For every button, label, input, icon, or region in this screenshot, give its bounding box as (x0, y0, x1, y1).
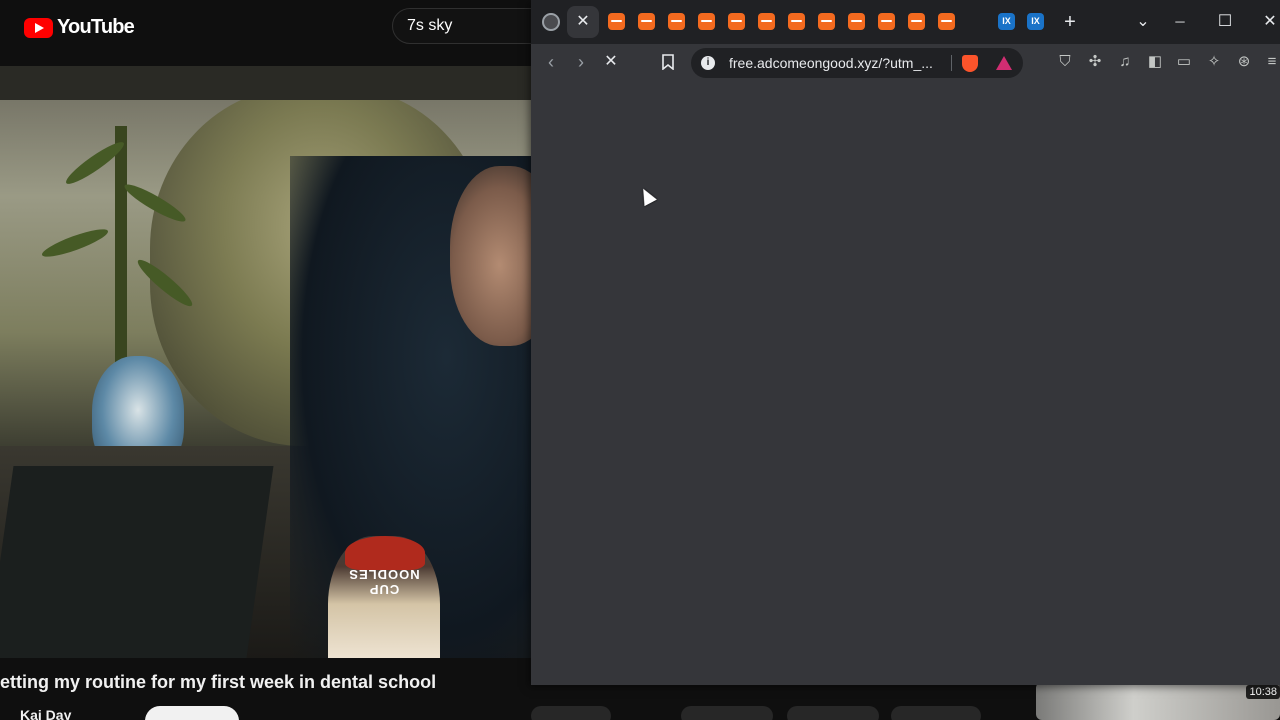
brave-rewards-icon[interactable] (996, 56, 1012, 70)
video-plant (115, 126, 127, 366)
video-placemat (0, 466, 274, 658)
video-title: etting my routine for my first week in d… (0, 672, 437, 692)
tab-orange-site-icon[interactable] (848, 13, 865, 30)
video-cup-lid (345, 536, 425, 570)
tab-blue-ix-icon[interactable]: IX (1027, 13, 1044, 30)
tab-orange-site-icon[interactable] (668, 13, 685, 30)
tab-orange-site-icon[interactable] (728, 13, 745, 30)
url-text[interactable]: free.adcomeongood.xyz/?utm_... (729, 55, 933, 71)
brave-shields-icon[interactable] (962, 55, 978, 72)
music-icon[interactable]: ♫ (1115, 52, 1135, 72)
tab-orange-site-icon[interactable] (638, 13, 655, 30)
page-content-blank[interactable] (531, 82, 1280, 685)
stop-loading-button[interactable]: ✕ (597, 48, 625, 76)
shield-icon[interactable]: ⛉ (1055, 52, 1075, 72)
globe-icon[interactable] (542, 13, 560, 31)
video-actions (531, 706, 1031, 720)
sidebar-icon[interactable]: ◧ (1145, 52, 1165, 72)
thumbnail-duration: 10:38 (1246, 685, 1280, 699)
tab-orange-site-icon[interactable] (758, 13, 775, 30)
minimize-button[interactable]: ─ (1166, 8, 1194, 36)
screen: YouTube 7s sky CUP NOODLES etting my rou… (0, 0, 1280, 720)
like-button[interactable] (531, 706, 611, 720)
back-button[interactable]: ‹ (537, 48, 565, 76)
bookmark-icon[interactable] (654, 48, 682, 76)
download-button[interactable] (787, 706, 879, 720)
recommended-thumbnail[interactable] (1036, 682, 1280, 720)
browser-toolbar: ‹ › ✕ i free.adcomeongood.xyz/?utm_... ⛉… (531, 44, 1280, 82)
tab-search-chevron-icon[interactable]: ⌄ (1129, 8, 1157, 36)
forward-button[interactable]: › (567, 48, 595, 76)
save-button[interactable] (891, 706, 981, 720)
share-button[interactable] (681, 706, 773, 720)
tab-orange-site-icon[interactable] (608, 13, 625, 30)
video-player[interactable]: CUP NOODLES (0, 66, 531, 658)
menu-icon[interactable]: ≡ (1262, 52, 1280, 72)
youtube-play-icon (24, 17, 53, 38)
youtube-logo-text: YouTube (57, 16, 135, 38)
browser-window: ✕ IX IX + ⌄ ─ ☐ ✕ ‹ › ✕ i free.adcomeong… (531, 0, 1280, 685)
tab-orange-site-icon[interactable] (788, 13, 805, 30)
wallet-icon[interactable]: ▭ (1174, 52, 1194, 72)
tab-strip: ✕ IX IX + ⌄ ─ ☐ ✕ (531, 0, 1280, 44)
omnibox-divider (951, 55, 952, 71)
site-info-icon[interactable]: i (701, 56, 715, 70)
active-tab-close-icon[interactable]: ✕ (567, 6, 599, 38)
maximize-button[interactable]: ☐ (1211, 8, 1239, 36)
video-cup-label: CUP NOODLES (348, 567, 420, 597)
youtube-logo[interactable]: YouTube (24, 16, 135, 39)
tab-orange-site-icon[interactable] (818, 13, 835, 30)
video-person-head (450, 166, 531, 346)
ai-sparkle-icon[interactable]: ✧ (1204, 52, 1224, 72)
subscribe-button[interactable] (145, 706, 239, 720)
tab-orange-site-icon[interactable] (878, 13, 895, 30)
close-window-button[interactable]: ✕ (1256, 8, 1280, 36)
channel-name[interactable]: Kai Day (20, 707, 71, 720)
tab-orange-site-icon[interactable] (908, 13, 925, 30)
tab-orange-site-icon[interactable] (938, 13, 955, 30)
puzzle-icon[interactable]: ✣ (1085, 52, 1105, 72)
vpn-icon[interactable]: ⊛ (1234, 52, 1254, 72)
tab-orange-site-icon[interactable] (698, 13, 715, 30)
tab-blue-ix-icon[interactable]: IX (998, 13, 1015, 30)
address-bar[interactable]: i free.adcomeongood.xyz/?utm_... (691, 48, 1023, 78)
video-roof (0, 66, 531, 100)
new-tab-button[interactable]: + (1056, 8, 1084, 36)
